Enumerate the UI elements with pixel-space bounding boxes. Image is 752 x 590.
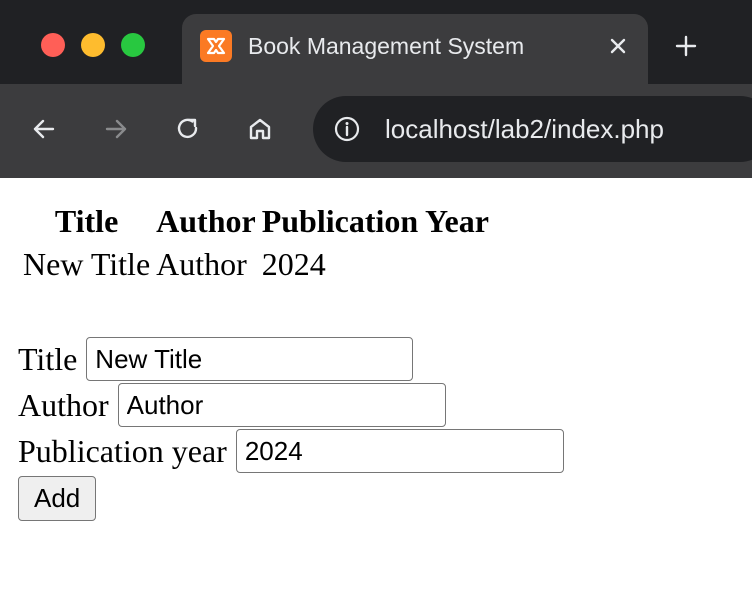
submit-row: Add (18, 474, 564, 521)
author-label: Author (18, 386, 109, 423)
table-row: New Title Author 2024 (22, 245, 490, 284)
plus-icon[interactable] (668, 28, 704, 64)
cell-publication-year: 2024 (261, 246, 326, 282)
browser-tab-bar: Book Management System (0, 0, 752, 84)
forward-arrow-icon[interactable] (99, 112, 133, 146)
browser-toolbar: localhost/lab2/index.php (0, 84, 752, 178)
cell-author: Author (156, 246, 247, 282)
author-input[interactable] (117, 383, 446, 427)
books-table: Title Author Publication Year New Title … (18, 198, 494, 288)
publication-year-label: Publication year (18, 432, 227, 469)
info-icon[interactable] (331, 113, 363, 145)
window-minimize-button[interactable] (81, 33, 105, 57)
page-content: Title Author Publication Year New Title … (0, 178, 752, 590)
title-input[interactable] (86, 337, 414, 381)
cell-title: New Title (23, 246, 151, 282)
publication-year-row: Publication year (18, 428, 564, 474)
window-zoom-button[interactable] (121, 33, 145, 57)
reload-icon[interactable] (171, 112, 205, 146)
add-book-form: Title Author Publication year Add (18, 336, 564, 521)
tab-title: Book Management System (248, 33, 525, 59)
title-row: Title (18, 336, 564, 382)
window-close-button[interactable] (41, 33, 65, 57)
back-arrow-icon[interactable] (27, 112, 61, 146)
add-button[interactable]: Add (18, 475, 97, 521)
address-bar[interactable]: localhost/lab2/index.php (313, 96, 752, 162)
home-icon[interactable] (243, 112, 277, 146)
column-header-author: Author (156, 203, 256, 239)
publication-year-input[interactable] (235, 429, 564, 473)
url-text[interactable]: localhost/lab2/index.php (385, 111, 664, 147)
author-row: Author (18, 382, 564, 428)
column-header-publication-year: Publication Year (261, 203, 489, 239)
close-icon[interactable] (602, 30, 634, 62)
browser-tab-active[interactable]: Book Management System (182, 14, 648, 84)
title-label: Title (18, 340, 78, 377)
column-header-title: Title (54, 203, 119, 239)
xampp-favicon-icon (200, 30, 232, 62)
table-header-row: Title Author Publication Year (22, 202, 490, 241)
